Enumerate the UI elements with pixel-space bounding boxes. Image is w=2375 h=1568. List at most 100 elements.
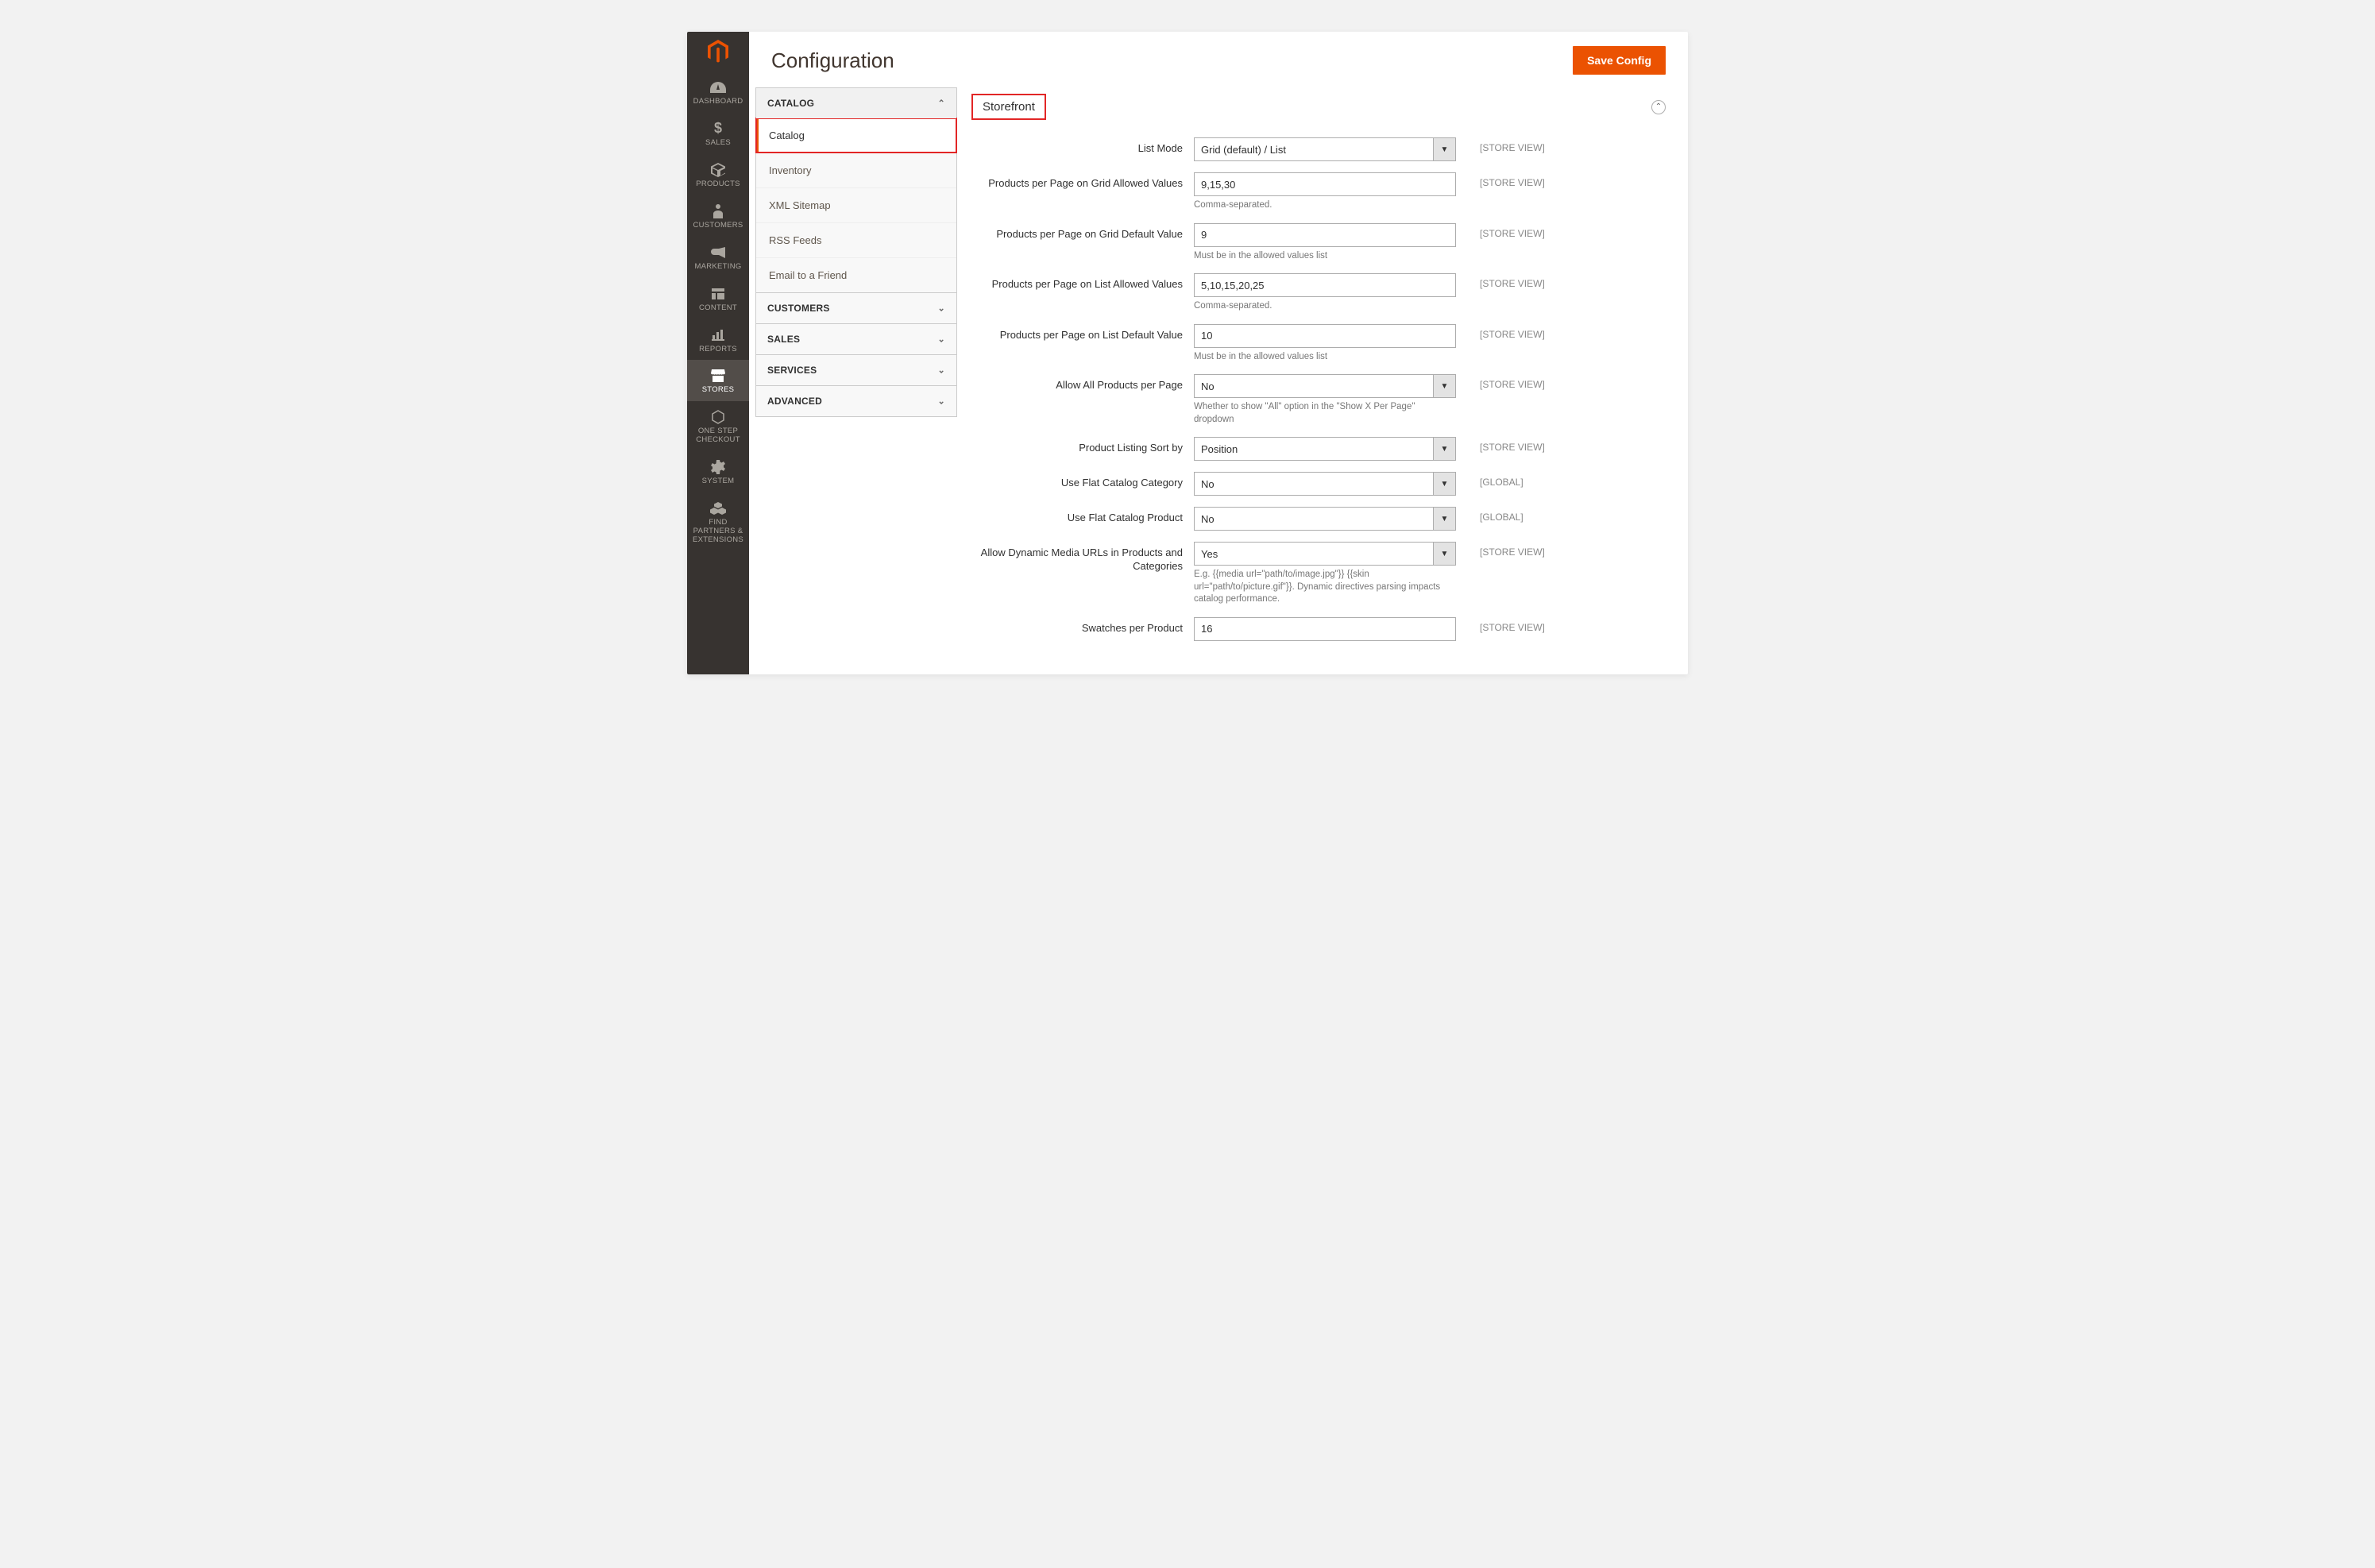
nav-content[interactable]: CONTENT (687, 278, 749, 319)
section-collapse-toggle[interactable]: ⌃ (1651, 100, 1666, 114)
grid-default-input[interactable] (1194, 223, 1456, 247)
nav-one-step-checkout[interactable]: ONE STEP CHECKOUT (687, 401, 749, 451)
field-note: Comma-separated. (1194, 300, 1456, 313)
field-sort-by: Product Listing Sort by Position ▼ [STOR… (971, 437, 1666, 461)
field-label: Products per Page on List Allowed Values (971, 273, 1194, 292)
dynamic-media-select[interactable]: Yes ▼ (1194, 542, 1456, 566)
nav-sales[interactable]: $SALES (687, 113, 749, 154)
field-scope: [GLOBAL] (1456, 472, 1523, 488)
nav-label: FIND PARTNERS & EXTENSIONS (689, 519, 747, 545)
section-title-highlight: Storefront (971, 94, 1046, 120)
field-note: Whether to show "All" option in the "Sho… (1194, 401, 1456, 426)
field-swatches: Swatches per Product [STORE VIEW] (971, 617, 1666, 641)
field-list-mode: List Mode Grid (default) / List ▼ [STORE… (971, 137, 1666, 161)
list-mode-select[interactable]: Grid (default) / List ▼ (1194, 137, 1456, 161)
nav-label: STORES (702, 386, 735, 395)
person-icon (713, 203, 723, 220)
chevron-up-icon: ⌃ (938, 98, 945, 109)
chevron-up-icon: ⌃ (1655, 102, 1662, 111)
chevron-down-icon: ▼ (1433, 543, 1455, 565)
config-item-catalog[interactable]: Catalog (756, 118, 956, 153)
field-allow-all: Allow All Products per Page No ▼ Whether… (971, 374, 1666, 426)
config-group-header[interactable]: CUSTOMERS⌄ (756, 293, 956, 323)
field-note: Comma-separated. (1194, 199, 1456, 212)
flat-category-select[interactable]: No ▼ (1194, 472, 1456, 496)
nav-stores[interactable]: STORES (687, 360, 749, 401)
field-note: E.g. {{media url="path/to/image.jpg"}} {… (1194, 569, 1456, 606)
nav-label: DASHBOARD (693, 98, 743, 106)
field-scope: [STORE VIEW] (1456, 223, 1545, 239)
allow-all-select[interactable]: No ▼ (1194, 374, 1456, 398)
dashboard-icon (710, 79, 726, 96)
field-label: Use Flat Catalog Category (971, 472, 1194, 490)
section-header: Storefront ⌃ (971, 94, 1666, 120)
main-area: Configuration Save Config CATALOG⌃Catalo… (749, 32, 1688, 674)
config-group-header[interactable]: ADVANCED⌄ (756, 386, 956, 416)
config-group-header[interactable]: SALES⌄ (756, 324, 956, 354)
chevron-down-icon: ▼ (1433, 138, 1455, 160)
config-item-email-to-a-friend[interactable]: Email to a Friend (756, 257, 956, 292)
chevron-down-icon: ▼ (1433, 375, 1455, 397)
field-grid-default: Products per Page on Grid Default Value … (971, 223, 1666, 263)
field-scope: [STORE VIEW] (1456, 324, 1545, 340)
nav-label: PRODUCTS (696, 180, 740, 189)
section-title: Storefront (983, 100, 1035, 114)
nav-find-partners-extensions[interactable]: FIND PARTNERS & EXTENSIONS (687, 492, 749, 551)
content-wrap: CATALOG⌃CatalogInventoryXML SitemapRSS F… (749, 87, 1688, 674)
config-group-catalog: CATALOG⌃CatalogInventoryXML SitemapRSS F… (755, 87, 957, 293)
config-group-customers: CUSTOMERS⌄ (755, 293, 957, 324)
config-nav: CATALOG⌃CatalogInventoryXML SitemapRSS F… (749, 87, 957, 674)
chart-icon (712, 326, 724, 344)
layout-icon (712, 285, 724, 303)
field-scope: [STORE VIEW] (1456, 437, 1545, 453)
field-label: Swatches per Product (971, 617, 1194, 635)
field-scope: [GLOBAL] (1456, 507, 1523, 523)
dollar-icon: $ (714, 120, 722, 137)
field-scope: [STORE VIEW] (1456, 374, 1545, 390)
field-scope: [STORE VIEW] (1456, 617, 1545, 633)
field-grid-allowed: Products per Page on Grid Allowed Values… (971, 172, 1666, 212)
config-group-header[interactable]: SERVICES⌄ (756, 355, 956, 385)
hexagon-icon (712, 408, 724, 426)
field-flat-category: Use Flat Catalog Category No ▼ [GLOBAL] (971, 472, 1666, 496)
nav-marketing[interactable]: MARKETING (687, 237, 749, 278)
chevron-down-icon: ▼ (1433, 508, 1455, 530)
flat-product-select[interactable]: No ▼ (1194, 507, 1456, 531)
nav-label: SYSTEM (702, 477, 735, 486)
field-label: Products per Page on Grid Allowed Values (971, 172, 1194, 191)
config-group-header[interactable]: CATALOG⌃ (756, 88, 956, 118)
config-group-sales: SALES⌄ (755, 324, 957, 355)
nav-system[interactable]: SYSTEM (687, 451, 749, 492)
list-default-input[interactable] (1194, 324, 1456, 348)
magento-logo[interactable] (687, 32, 749, 71)
config-group-services: SERVICES⌄ (755, 355, 957, 386)
nav-label: MARKETING (694, 263, 741, 272)
megaphone-icon (711, 244, 725, 261)
nav-reports[interactable]: REPORTS (687, 319, 749, 361)
sort-by-select[interactable]: Position ▼ (1194, 437, 1456, 461)
gear-icon (711, 458, 725, 476)
field-label: Allow All Products per Page (971, 374, 1194, 392)
nav-label: REPORTS (699, 346, 737, 354)
save-config-button[interactable]: Save Config (1573, 46, 1666, 75)
nav-dashboard[interactable]: DASHBOARD (687, 71, 749, 113)
config-item-inventory[interactable]: Inventory (756, 153, 956, 187)
field-list-default: Products per Page on List Default Value … (971, 324, 1666, 364)
nav-customers[interactable]: CUSTOMERS (687, 195, 749, 237)
field-scope: [STORE VIEW] (1456, 172, 1545, 188)
list-allowed-input[interactable] (1194, 273, 1456, 297)
field-label: Products per Page on List Default Value (971, 324, 1194, 342)
nav-products[interactable]: PRODUCTS (687, 154, 749, 195)
nav-label: CUSTOMERS (693, 222, 743, 230)
page-title: Configuration (771, 48, 894, 73)
config-item-rss-feeds[interactable]: RSS Feeds (756, 222, 956, 257)
field-note: Must be in the allowed values list (1194, 250, 1456, 263)
field-label: Products per Page on Grid Default Value (971, 223, 1194, 241)
config-item-xml-sitemap[interactable]: XML Sitemap (756, 187, 956, 222)
field-dynamic-media: Allow Dynamic Media URLs in Products and… (971, 542, 1666, 606)
field-flat-product: Use Flat Catalog Product No ▼ [GLOBAL] (971, 507, 1666, 531)
grid-allowed-input[interactable] (1194, 172, 1456, 196)
page-header: Configuration Save Config (749, 32, 1688, 87)
chevron-down-icon: ⌄ (938, 396, 945, 407)
swatches-input[interactable] (1194, 617, 1456, 641)
